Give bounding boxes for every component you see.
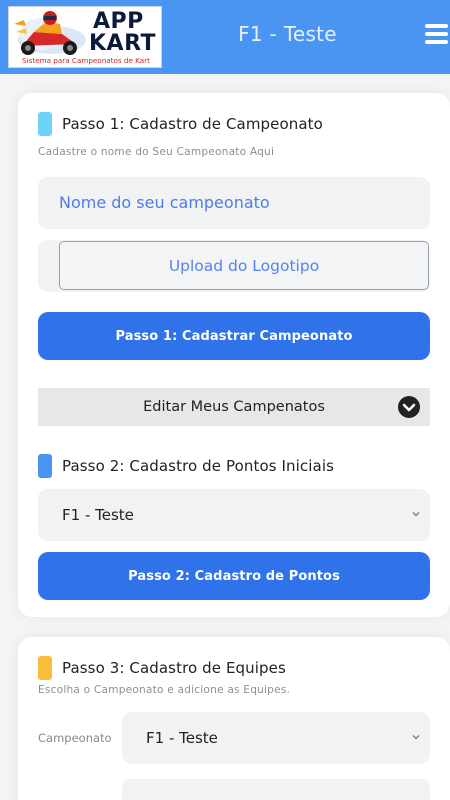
step1-subtitle: Cadastre o nome do Seu Campeonato Aqui	[38, 146, 275, 158]
campeonato-label: Campeonato	[38, 731, 112, 745]
step2-championship-select[interactable]: F1 - Teste	[38, 489, 430, 541]
championship-name-input[interactable]: Nome do seu campeonato	[38, 177, 430, 229]
step3-subtitle: Escolha o Campeonato e adicione as Equip…	[38, 684, 291, 696]
logo-upload-field: Upload do Logotipo	[38, 240, 430, 292]
upload-logo-button[interactable]: Upload do Logotipo	[59, 241, 429, 290]
app-logo[interactable]: APP KART Sistema para Campeonatos de Kar…	[8, 6, 162, 68]
logo-text-kart: KART	[89, 31, 157, 56]
championship-name-placeholder: Nome do seu campeonato	[59, 193, 270, 212]
step2-accent-bar	[38, 454, 52, 478]
logo-text-app: APP	[93, 9, 144, 34]
step2-header: Passo 2: Cadastro de Pontos Iniciais	[38, 454, 334, 478]
edit-championships-label: Editar Meus Campenatos	[143, 399, 325, 415]
step3-accent-bar	[38, 656, 52, 680]
step3-championship-select[interactable]: F1 - Teste	[122, 712, 430, 764]
step2-title: Passo 2: Cadastro de Pontos Iniciais	[62, 457, 335, 475]
step1-title: Passo 1: Cadastro de Campeonato	[62, 115, 323, 133]
top-navbar: APP KART Sistema para Campeonatos de Kar…	[0, 0, 450, 74]
teams-setup-card: Passo 3: Cadastro de Equipes Escolha o C…	[18, 637, 450, 800]
step2-select-value: F1 - Teste	[62, 506, 134, 524]
team-name-input[interactable]	[122, 779, 430, 800]
register-championship-button[interactable]: Passo 1: Cadastrar Campeonato	[38, 312, 430, 360]
hamburger-menu-icon[interactable]	[423, 22, 449, 46]
championship-setup-card: Passo 1: Cadastro de Campeonato Cadastre…	[18, 93, 450, 617]
step3-select-value: F1 - Teste	[146, 729, 218, 747]
chevron-down-icon	[412, 512, 420, 517]
register-points-button[interactable]: Passo 2: Cadastro de Pontos	[38, 552, 430, 600]
kart-logo-icon	[14, 11, 86, 55]
edit-championships-toggle[interactable]: Editar Meus Campenatos	[38, 388, 430, 426]
step1-accent-bar	[38, 112, 52, 136]
step1-header: Passo 1: Cadastro de Campeonato	[38, 112, 323, 136]
page-title: F1 - Teste	[238, 22, 337, 46]
chevron-down-icon	[412, 735, 420, 740]
chevron-down-circle-icon[interactable]	[398, 396, 420, 418]
logo-tagline: Sistema para Campeonatos de Kart	[22, 56, 150, 65]
step3-title: Passo 3: Cadastro de Equipes	[62, 659, 286, 677]
step3-header: Passo 3: Cadastro de Equipes	[38, 656, 286, 680]
